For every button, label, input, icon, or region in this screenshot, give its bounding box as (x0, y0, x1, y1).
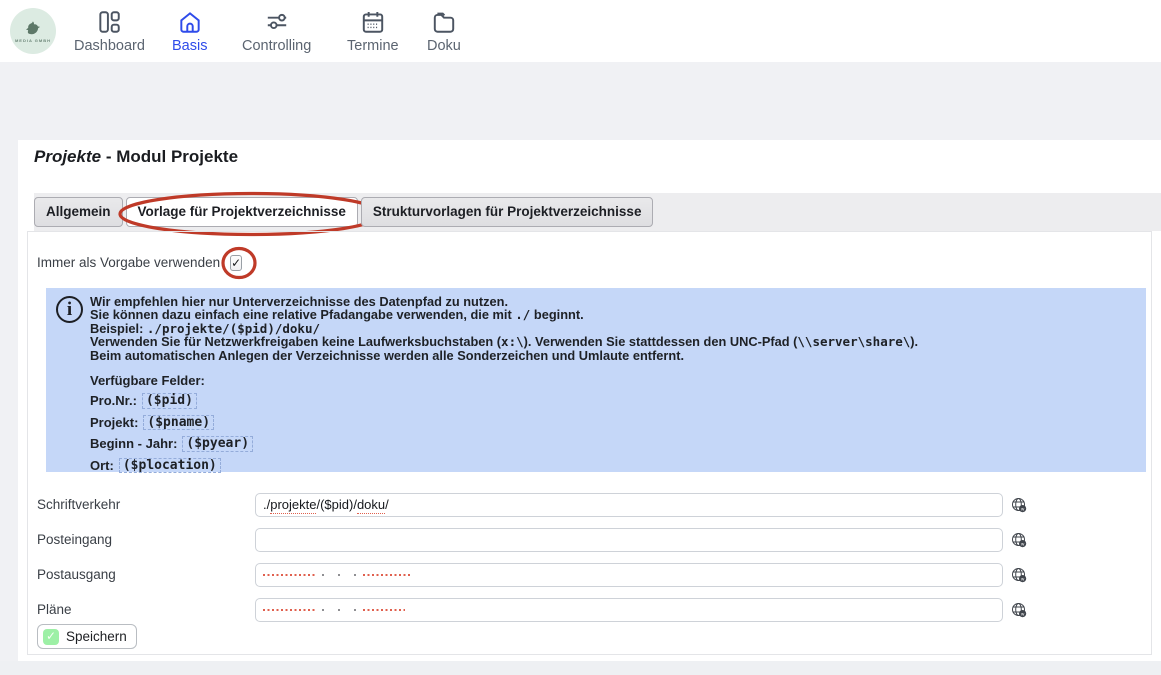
checkbox-label: Immer als Vorgabe verwenden (37, 255, 220, 270)
nav-label: Controlling (242, 38, 311, 54)
nav-item-doku[interactable]: Doku (427, 8, 461, 54)
logo-text: MEDIA GMBH (15, 38, 51, 43)
module-title-italic: Projekte (34, 147, 101, 166)
field-row-pyear: Beginn - Jahr:($pyear) (90, 436, 1136, 451)
field-label: Pläne (37, 598, 72, 622)
info-line-1: Wir empfehlen hier nur Unterverzeichniss… (90, 295, 1136, 308)
info-box: i Wir empfehlen hier nur Unterverzeichni… (46, 288, 1146, 472)
page-header: ← Konfiguration (0, 62, 1161, 140)
folder-icon (431, 8, 457, 36)
top-navigation: MEDIA GMBH Dashboard Basis (0, 0, 1161, 62)
module-title-rest: - Modul Projekte (101, 147, 238, 166)
form-row-posteingang: Posteingang w (37, 528, 1142, 552)
tab-vorlage-projektverzeichnisse[interactable]: Vorlage für Projektverzeichnisse (126, 197, 358, 227)
default-checkbox-row: Immer als Vorgabe verwenden ✓ (37, 251, 247, 273)
field-row-pname: Projekt:($pname) (90, 415, 1136, 430)
nav-item-termine[interactable]: Termine (347, 8, 399, 54)
fields-title: Verfügbare Felder: (90, 374, 1136, 387)
field-label: Postausgang (37, 563, 116, 587)
field-label: Posteingang (37, 528, 112, 552)
globe-icon[interactable]: w (1011, 602, 1027, 618)
form-row-schriftverkehr: Schriftverkehr ./projekte/($pid)/doku/ w (37, 493, 1142, 517)
postausgang-input[interactable] (255, 563, 1003, 587)
module-title: Projekte - Modul Projekte (34, 147, 238, 167)
plaene-input[interactable] (255, 598, 1003, 622)
globe-icon[interactable]: w (1011, 567, 1027, 583)
bird-logo-icon (21, 19, 45, 39)
save-button-label: Speichern (66, 629, 127, 644)
field-row-pid: Pro.Nr.:($pid) (90, 393, 1136, 408)
check-icon: ✓ (43, 629, 59, 645)
info-line-4: Verwenden Sie für Netzwerkfreigaben kein… (90, 335, 1136, 348)
spellcheck-marks (263, 602, 405, 617)
field-code: ($pname) (143, 415, 214, 430)
field-row-plocation: Ort:($plocation) (90, 458, 1136, 473)
nav-label: Doku (427, 38, 461, 54)
home-icon (177, 8, 203, 36)
spellcheck-marks (263, 567, 411, 582)
form-row-plaene: Pläne w (37, 598, 1142, 622)
form-row-postausgang: Postausgang w (37, 563, 1142, 587)
field-code: ($pid) (142, 393, 197, 408)
field-code: ($plocation) (119, 458, 221, 473)
nav-label: Dashboard (74, 38, 145, 54)
field-label: Schriftverkehr (37, 493, 120, 517)
posteingang-input[interactable] (255, 528, 1003, 552)
nav-item-controlling[interactable]: Controlling (242, 8, 311, 54)
content-card: Projekte - Modul Projekte Allgemein Vorl… (18, 140, 1161, 661)
save-button[interactable]: ✓ Speichern (37, 624, 137, 649)
tab-panel: Immer als Vorgabe verwenden ✓ i Wir empf… (27, 231, 1152, 655)
tab-strip: Allgemein Vorlage für Projektverzeichnis… (34, 193, 1161, 231)
info-line-5: Beim automatischen Anlegen der Verzeichn… (90, 349, 1136, 362)
field-code: ($pyear) (182, 436, 253, 451)
tab-allgemein[interactable]: Allgemein (34, 197, 123, 227)
dashboard-icon (96, 8, 122, 36)
globe-icon[interactable]: w (1011, 532, 1027, 548)
nav-item-dashboard[interactable]: Dashboard (74, 8, 145, 54)
calendar-icon (360, 8, 386, 36)
info-icon: i (56, 296, 83, 323)
default-checkbox[interactable]: ✓ (230, 255, 242, 271)
info-line-2: Sie können dazu einfach eine relative Pf… (90, 308, 1136, 321)
nav-item-basis[interactable]: Basis (172, 8, 207, 54)
company-logo[interactable]: MEDIA GMBH (10, 8, 56, 54)
schriftverkehr-input[interactable]: ./projekte/($pid)/doku/ (255, 493, 1003, 517)
nav-label: Basis (172, 38, 207, 54)
info-line-3: Beispiel: ./projekte/($pid)/doku/ (90, 322, 1136, 335)
page-bottom-gutter (0, 661, 1161, 675)
sliders-icon (264, 8, 290, 36)
tab-strukturvorlagen[interactable]: Strukturvorlagen für Projektverzeichniss… (361, 197, 654, 227)
nav-label: Termine (347, 38, 399, 54)
globe-icon[interactable]: w (1011, 497, 1027, 513)
